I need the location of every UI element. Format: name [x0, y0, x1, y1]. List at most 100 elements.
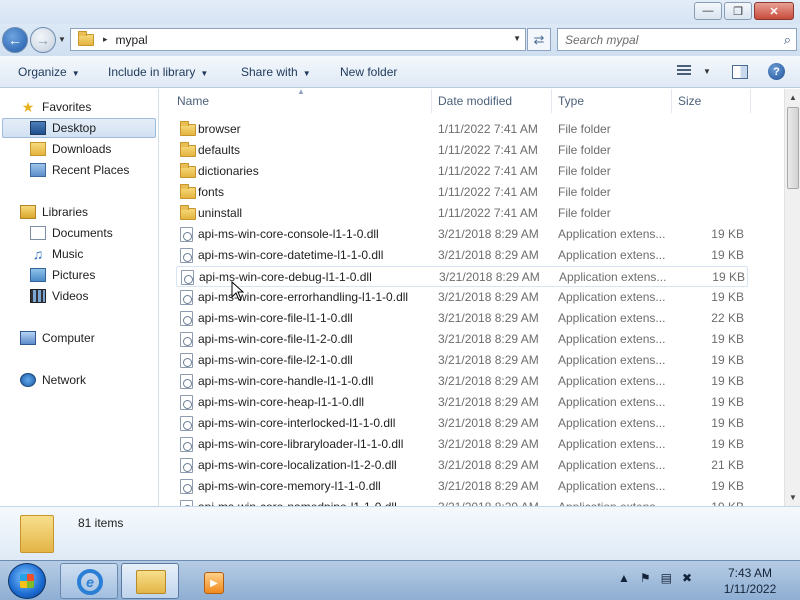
- nav-downloads[interactable]: Downloads: [30, 139, 111, 159]
- file-name: api-ms-win-core-interlocked-l1-1-0.dll: [198, 416, 396, 430]
- command-bar: Organize ▼ Include in library ▼ Share with…: [0, 56, 800, 88]
- file-row[interactable]: api-ms-win-core-namedpipe-l1-1-0.dll3/21…: [176, 497, 748, 506]
- nav-documents[interactable]: Documents: [30, 223, 113, 243]
- maximize-button[interactable]: ❐: [724, 2, 752, 20]
- new-folder-button[interactable]: New folder: [340, 65, 397, 79]
- file-row[interactable]: api-ms-win-core-debug-l1-1-0.dll 3/21/201…: [176, 266, 748, 287]
- nav-videos[interactable]: Videos: [30, 286, 88, 306]
- address-history-dropdown[interactable]: ▼: [513, 34, 521, 43]
- folder-row[interactable]: fonts 1/11/2022 7:41 AM File folder: [176, 182, 748, 203]
- folder-row[interactable]: browser 1/11/2022 7:41 AM File folder: [176, 119, 748, 140]
- nav-favorites[interactable]: ★ Favorites: [20, 97, 92, 117]
- nav-recent-places[interactable]: Recent Places: [30, 160, 129, 180]
- column-header-name[interactable]: Name: [160, 89, 432, 113]
- back-button[interactable]: ←: [2, 27, 28, 53]
- nav-music[interactable]: ♫ Music: [30, 244, 84, 264]
- file-row[interactable]: api-ms-win-core-localization-l1-2-0.dll 3…: [176, 455, 748, 476]
- file-date-modified: 1/11/2022 7:41 AM: [438, 206, 538, 220]
- folder-row[interactable]: dictionaries 1/11/2022 7:41 AM File folder: [176, 161, 748, 182]
- start-button[interactable]: [8, 563, 46, 599]
- file-size: [676, 182, 744, 203]
- taskbar-windows-explorer[interactable]: [121, 563, 179, 599]
- recent-pages-dropdown[interactable]: ▼: [58, 35, 66, 44]
- preview-pane-icon[interactable]: [732, 65, 748, 79]
- file-row[interactable]: api-ms-win-core-heap-l1-1-0.dll 3/21/2018…: [176, 392, 748, 413]
- nav-favorites-label: Favorites: [42, 100, 92, 114]
- search-box[interactable]: ⌕: [557, 28, 797, 51]
- file-name: api-ms-win-core-localization-l1-2-0.dll: [198, 458, 397, 472]
- file-row[interactable]: api-ms-win-core-interlocked-l1-1-0.dll 3/…: [176, 413, 748, 434]
- view-options-dropdown[interactable]: ▼: [703, 67, 711, 76]
- file-name: api-ms-win-core-namedpipe-l1-1-0.dll: [198, 497, 436, 506]
- forward-button[interactable]: →: [30, 27, 56, 53]
- network-status-icon[interactable]: ▤: [661, 571, 672, 585]
- nav-network[interactable]: Network: [20, 370, 86, 390]
- nav-computer[interactable]: Computer: [20, 328, 95, 348]
- column-header-type[interactable]: Type: [553, 89, 672, 113]
- nav-music-label: Music: [52, 247, 84, 261]
- column-header-date-modified[interactable]: Date modified: [433, 89, 552, 113]
- clock[interactable]: 7:43 AM 1/11/2022: [712, 565, 788, 597]
- file-row[interactable]: api-ms-win-core-memory-l1-1-0.dll 3/21/20…: [176, 476, 748, 497]
- scroll-down-icon[interactable]: ▼: [785, 489, 800, 506]
- file-name: uninstall: [198, 206, 243, 220]
- nav-desktop-label: Desktop: [52, 121, 97, 135]
- folder-row[interactable]: uninstall 1/11/2022 7:41 AM File folder: [176, 203, 748, 224]
- taskbar-internet-explorer[interactable]: e: [60, 563, 118, 599]
- breadcrumb-separator-icon[interactable]: ▸: [103, 34, 108, 45]
- system-tray: ▲ ⚑ ▤ ✖: [618, 571, 702, 585]
- file-row[interactable]: api-ms-win-core-console-l1-1-0.dll 3/21/2…: [176, 224, 748, 245]
- column-headers: ▲ Name Date modified Type Size: [160, 89, 784, 113]
- include-in-library-button[interactable]: Include in library ▼: [108, 65, 208, 79]
- volume-muted-icon[interactable]: ✖: [682, 571, 692, 585]
- search-input[interactable]: [558, 29, 768, 50]
- organize-button[interactable]: Organize ▼: [18, 65, 80, 79]
- file-row[interactable]: api-ms-win-core-libraryloader-l1-1-0.dll…: [176, 434, 748, 455]
- file-date-modified: 3/21/2018 8:29 AM: [438, 311, 539, 325]
- file-row[interactable]: api-ms-win-core-file-l1-2-0.dll 3/21/2018…: [176, 329, 748, 350]
- vertical-scrollbar[interactable]: ▲ ▼: [784, 89, 800, 506]
- mouse-cursor-icon: [231, 281, 245, 301]
- scroll-up-icon[interactable]: ▲: [785, 89, 800, 106]
- file-name: api-ms-win-core-datetime-l1-1-0.dll: [198, 248, 384, 262]
- action-center-flag-icon[interactable]: ⚑: [640, 571, 651, 585]
- search-icon[interactable]: ⌕: [784, 32, 791, 48]
- item-count: 81 items: [78, 516, 124, 530]
- file-date-modified: 3/21/2018 8:29 AM: [438, 458, 539, 472]
- folder-row[interactable]: defaults 1/11/2022 7:41 AM File folder: [176, 140, 748, 161]
- address-bar[interactable]: ▸ mypal ▼: [70, 28, 526, 51]
- show-hidden-icons-icon[interactable]: ▲: [618, 571, 630, 585]
- close-button[interactable]: ✕: [754, 2, 794, 20]
- file-date-modified: 3/21/2018 8:29 AM: [438, 416, 539, 430]
- clock-time: 7:43 AM: [727, 566, 773, 580]
- file-row[interactable]: api-ms-win-core-file-l2-1-0.dll 3/21/2018…: [176, 350, 748, 371]
- column-header-size[interactable]: Size: [673, 89, 751, 113]
- file-type: Application extens...: [558, 458, 666, 472]
- taskbar-media-player[interactable]: ▶: [193, 563, 231, 599]
- nav-desktop[interactable]: Desktop: [2, 118, 156, 138]
- breadcrumb-current-folder[interactable]: mypal: [116, 33, 148, 47]
- file-row[interactable]: api-ms-win-core-errorhandling-l1-1-0.dll…: [176, 287, 748, 308]
- change-view-icon[interactable]: [677, 65, 693, 77]
- file-row[interactable]: api-ms-win-core-datetime-l1-1-0.dll 3/21/…: [176, 245, 748, 266]
- nav-libraries[interactable]: Libraries: [20, 202, 88, 222]
- file-name: api-ms-win-core-file-l1-2-0.dll: [198, 332, 353, 346]
- nav-downloads-label: Downloads: [52, 142, 112, 156]
- help-icon[interactable]: ?: [768, 63, 785, 80]
- file-date-modified: 1/11/2022 7:41 AM: [438, 164, 538, 178]
- scrollbar-thumb[interactable]: [787, 107, 799, 189]
- refresh-button[interactable]: ⇄: [527, 28, 551, 51]
- file-date-modified: 3/21/2018 8:29 AM: [438, 497, 556, 506]
- folder-icon: [180, 205, 196, 220]
- file-row[interactable]: api-ms-win-core-file-l1-1-0.dll 3/21/2018…: [176, 308, 748, 329]
- file-type: Application extens...: [558, 311, 666, 325]
- file-size: 19 KB: [711, 248, 744, 262]
- file-size: 19 KB: [711, 395, 744, 409]
- file-name: defaults: [198, 143, 241, 157]
- file-row[interactable]: api-ms-win-core-handle-l1-1-0.dll 3/21/20…: [176, 371, 748, 392]
- file-date-modified: 3/21/2018 8:29 AM: [438, 290, 539, 304]
- share-with-button[interactable]: Share with ▼: [241, 65, 311, 79]
- folder-icon: [78, 30, 94, 46]
- minimize-button[interactable]: —: [694, 2, 722, 20]
- nav-pictures[interactable]: Pictures: [30, 265, 95, 285]
